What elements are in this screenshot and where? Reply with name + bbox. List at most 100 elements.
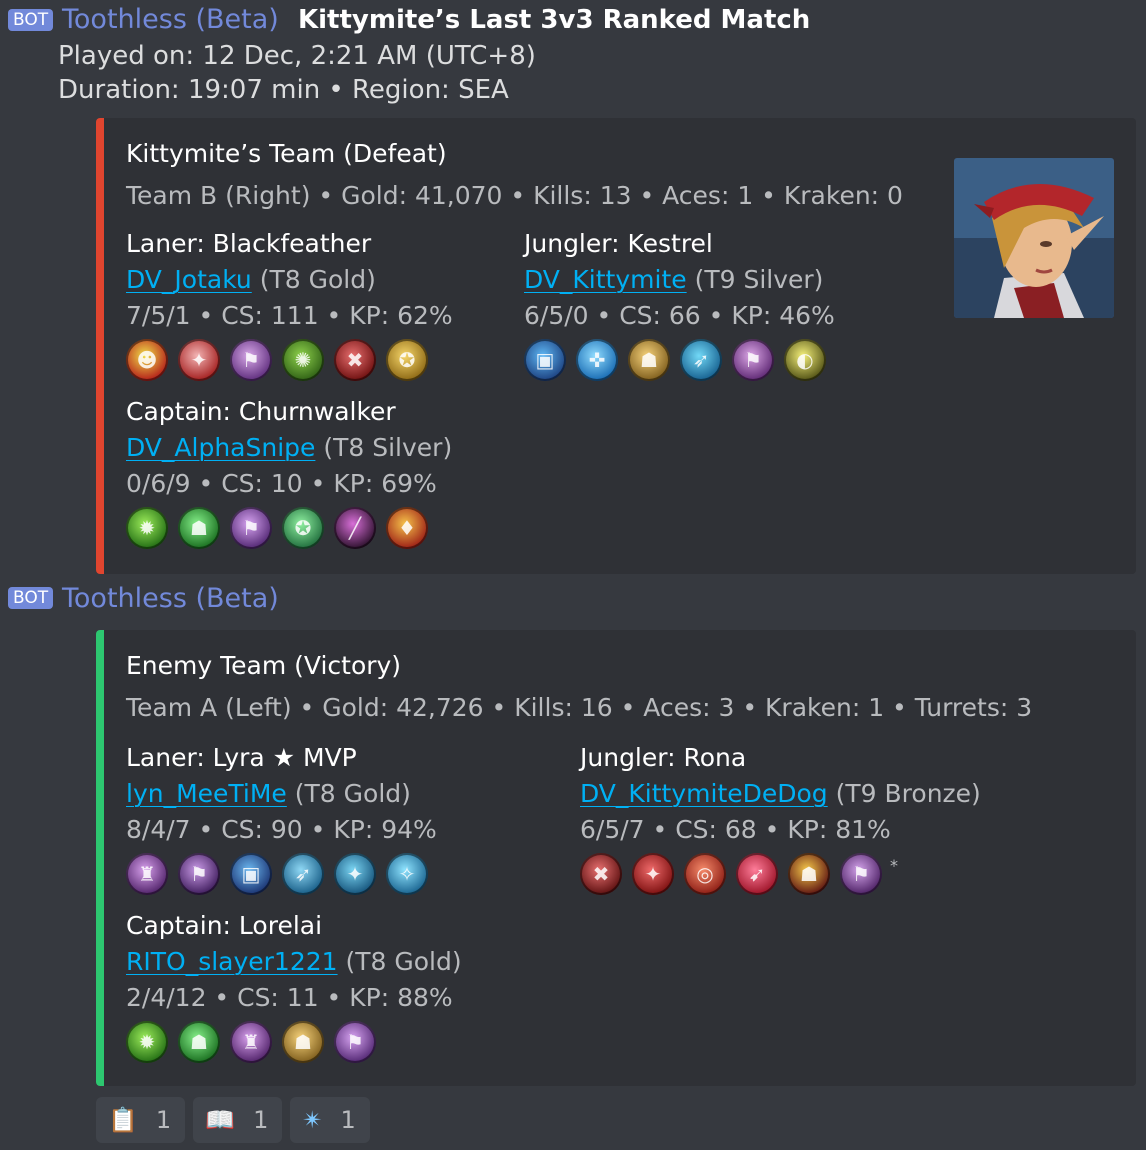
item-row: ♜ ⚑ ▣ ➶ ✦ ✧ — [126, 852, 546, 896]
bot-message-2: BOT Toothless (Beta) Enemy Team (Victory… — [0, 580, 1146, 1090]
crucible-icon: ✪ — [282, 507, 324, 549]
player-stats: 6/5/7 • CS: 68 • KP: 81% — [580, 815, 891, 844]
journey-boots-icon: ⚑ — [732, 339, 774, 381]
player-line: DV_KittymiteDeDog (T9 Bronze) — [580, 778, 1020, 814]
field-role: Captain: Churnwalker — [126, 397, 396, 426]
halcyon-chargers-icon: ♜ — [230, 1021, 272, 1063]
player-link[interactable]: DV_KittymiteDeDog — [580, 779, 828, 808]
war-treads-icon: ⚑ — [334, 1021, 376, 1063]
player-link[interactable]: RITO_slayer1221 — [126, 947, 338, 976]
reaction-count: 1 — [155, 1106, 172, 1134]
player-line: lyn_MeeTiMe (T8 Gold) — [126, 778, 546, 814]
player-link[interactable]: lyn_MeeTiMe — [126, 779, 287, 808]
reaction-count: 1 — [340, 1106, 356, 1134]
field-role: Jungler: Kestrel — [524, 229, 713, 258]
embed-title: Kittymite’s Team (Defeat) — [126, 139, 447, 168]
reactions-bar: 📋 1 📖 1 ✴ 1 — [96, 1097, 370, 1143]
reaction-book[interactable]: 📖 1 — [193, 1097, 283, 1143]
bot-tag: BOT — [8, 587, 54, 609]
player-link[interactable]: DV_Jotaku — [126, 265, 252, 294]
sorrowblade-icon: ✖ — [334, 339, 376, 381]
author-name[interactable]: Toothless (Beta) — [62, 582, 279, 616]
hero-portrait-thumbnail[interactable] — [954, 158, 1114, 318]
team-embed-victory: Enemy Team (Victory) Team A (Left) • Gol… — [96, 630, 1136, 1086]
breaking-point-icon: ✺ — [282, 339, 324, 381]
field-laner: Laner: Blackfeather DV_Jotaku (T8 Gold) … — [126, 228, 546, 382]
book-icon: 📖 — [205, 1106, 236, 1134]
reaction-clipboard[interactable]: 📋 1 — [96, 1097, 186, 1143]
shatterglass-icon: ➶ — [680, 339, 722, 381]
embed-subtitle: Team B (Right) • Gold: 41,070 • Kills: 1… — [126, 181, 903, 210]
field-jungler: Jungler: Kestrel DV_Kittymite (T9 Silver… — [524, 228, 944, 382]
field-role: Laner: Blackfeather — [126, 229, 372, 258]
message-title: Kittymite’s Last 3v3 Ranked Match — [298, 5, 811, 35]
fountain-of-renewal-icon: ☗ — [282, 1021, 324, 1063]
item-row: ✹ ☗ ⚑ ✪ ╱ ♦ — [126, 506, 546, 550]
embed-accent-bar — [96, 118, 104, 574]
war-treads-icon: ⚑ — [230, 507, 272, 549]
item-row: ✖ ✦ ◎ ➹ ☗ ⚑ * — [580, 852, 1020, 896]
embed-subtitle: Team A (Left) • Gold: 42,726 • Kills: 16… — [126, 693, 1033, 722]
serpent-mask-icon: ✦ — [178, 339, 220, 381]
player-stats: 7/5/1 • CS: 111 • KP: 62% — [126, 301, 453, 330]
player-stats: 8/4/7 • CS: 90 • KP: 94% — [126, 815, 437, 844]
tornado-trigger-icon: ✪ — [386, 339, 428, 381]
halcyon-chargers-icon: ♜ — [126, 853, 168, 895]
bonesaw-icon: ◎ — [684, 853, 726, 895]
team-embed-defeat: Kittymite’s Team (Defeat) Team B (Right)… — [96, 118, 1136, 574]
shatterglass-icon: ✦ — [334, 853, 376, 895]
contraption-icon: ✹ — [126, 507, 168, 549]
fountain-icon: ☗ — [178, 507, 220, 549]
player-tier: (T8 Gold) — [345, 947, 462, 976]
frostburn-icon: ✧ — [386, 853, 428, 895]
field-role: Laner: Lyra ★ MVP — [126, 743, 357, 772]
journey-boots-icon: ⚑ — [840, 853, 882, 895]
fountain-icon: ☗ — [178, 1021, 220, 1063]
contraption-icon: ✹ — [126, 1021, 168, 1063]
field-captain: Captain: Churnwalker DV_AlphaSnipe (T8 S… — [126, 396, 546, 550]
travel-boots-icon: ⚑ — [230, 339, 272, 381]
sparkle-icon: ✴ — [302, 1106, 323, 1134]
reaction-count: 1 — [253, 1106, 269, 1134]
player-stats: 2/4/12 • CS: 11 • KP: 88% — [126, 983, 453, 1012]
embed-title: Enemy Team (Victory) — [126, 651, 402, 680]
sorrowblade-icon: ✖ — [580, 853, 622, 895]
breaking-point-icon: ☗ — [788, 853, 830, 895]
tension-bow-icon: ✦ — [632, 853, 674, 895]
aftershock-icon: ▣ — [524, 339, 566, 381]
embed-accent-bar — [96, 630, 104, 1086]
author-name[interactable]: Toothless (Beta) — [62, 3, 279, 37]
bot-tag: BOT — [8, 9, 54, 31]
war-treads-icon: ⚑ — [178, 853, 220, 895]
tyrants-monocle-icon: ➹ — [736, 853, 778, 895]
player-stats: 6/5/0 • CS: 66 • KP: 46% — [524, 301, 835, 330]
reaction-sparkle[interactable]: ✴ 1 — [290, 1097, 370, 1143]
duration: Duration: 19:07 min • Region: SEA — [58, 75, 509, 105]
item-marker: * — [890, 856, 898, 875]
fountain-of-renewal-icon: ☗ — [628, 339, 670, 381]
flare-gun-icon: ◐ — [784, 339, 826, 381]
hero-portrait-icon — [954, 158, 1114, 318]
field-jungler: Jungler: Rona DV_KittymiteDeDog (T9 Bron… — [580, 742, 1020, 896]
field-role: Captain: Lorelai — [126, 911, 323, 940]
player-line: DV_Jotaku (T8 Gold) — [126, 264, 546, 300]
player-tier: (T8 Silver) — [323, 433, 453, 462]
player-tier: (T9 Bronze) — [835, 779, 981, 808]
item-row: ▣ ✜ ☗ ➶ ⚑ ◐ — [524, 338, 944, 382]
clipboard-icon: 📋 — [108, 1106, 138, 1134]
player-line: DV_Kittymite (T9 Silver) — [524, 264, 944, 300]
tension-bow-icon: ☻ — [126, 339, 168, 381]
player-tier: (T9 Silver) — [694, 265, 824, 294]
clockwork-icon: ✜ — [576, 339, 618, 381]
field-captain: Captain: Lorelai RITO_slayer1221 (T8 Gol… — [126, 910, 546, 1064]
item-row: ☻ ✦ ⚑ ✺ ✖ ✪ — [126, 338, 546, 382]
player-link[interactable]: DV_Kittymite — [524, 265, 687, 294]
field-laner: Laner: Lyra ★ MVP lyn_MeeTiMe (T8 Gold) … — [126, 742, 546, 896]
field-role: Jungler: Rona — [580, 743, 747, 772]
player-line: DV_AlphaSnipe (T8 Silver) — [126, 432, 546, 468]
scout-trap-icon: ╱ — [334, 507, 376, 549]
bot-message-1: BOT Toothless (Beta) Kittymite’s Last 3v… — [0, 0, 1146, 580]
played-on: Played on: 12 Dec, 2:21 AM (UTC+8) — [58, 41, 536, 71]
item-row: ✹ ☗ ♜ ☗ ⚑ — [126, 1020, 546, 1064]
player-link[interactable]: DV_AlphaSnipe — [126, 433, 315, 462]
